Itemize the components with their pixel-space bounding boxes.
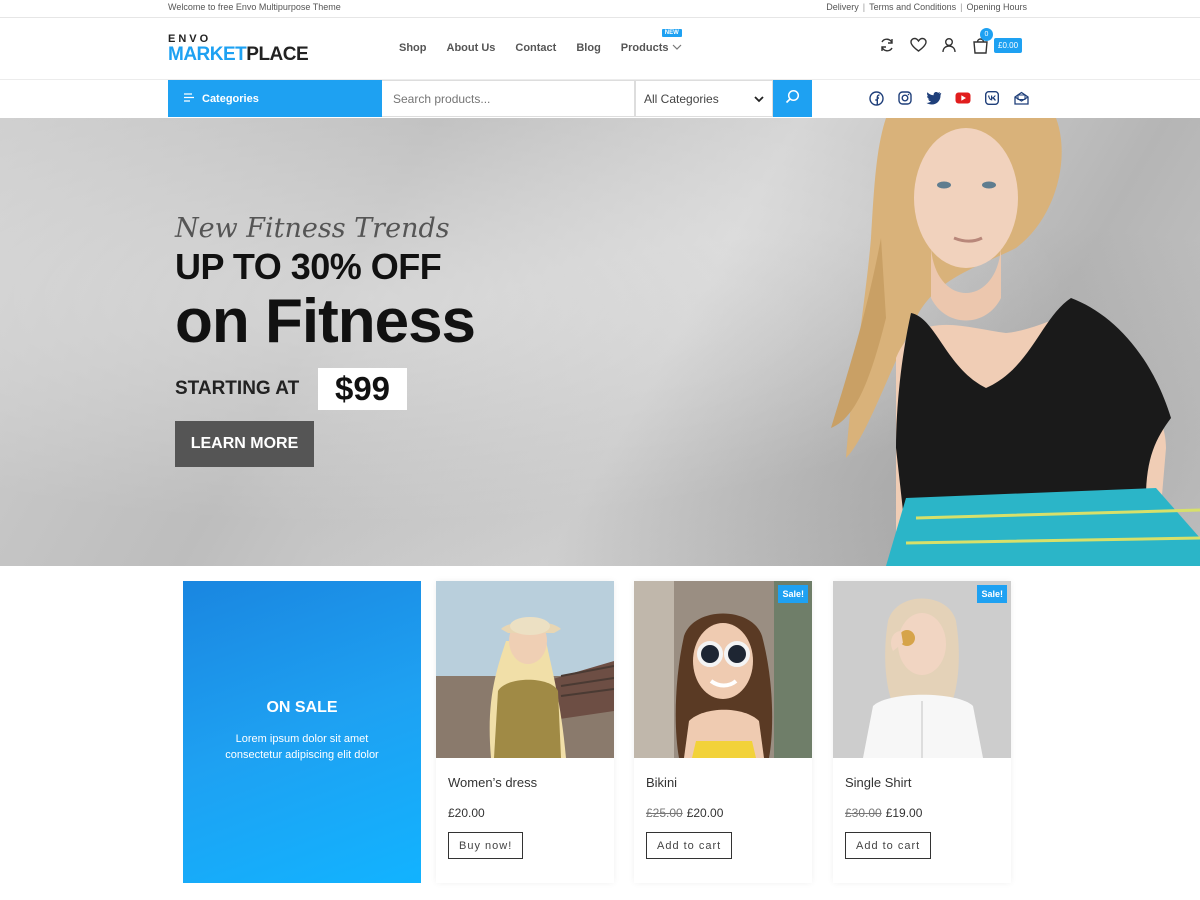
nav-about[interactable]: About Us <box>447 42 496 54</box>
product-name[interactable]: Single Shirt <box>845 775 911 790</box>
site-logo[interactable]: ENVO MARKETPLACE <box>168 34 309 65</box>
promo-title: ON SALE <box>266 699 338 716</box>
category-select[interactable]: All Categories <box>635 80 773 117</box>
user-icon[interactable] <box>940 36 958 54</box>
product-current-price: £19.00 <box>885 806 923 820</box>
hero-headline-large: on Fitness <box>175 287 476 356</box>
nav-products-label: Products <box>620 42 669 54</box>
envelope-icon[interactable] <box>1013 90 1029 106</box>
learn-more-button[interactable]: LEARN MORE <box>175 421 314 467</box>
cart-total: £0.00 <box>994 37 1023 53</box>
hero-starting-label: STARTING AT <box>175 378 300 399</box>
category-select-value: All Categories <box>644 91 719 106</box>
promo-description: Lorem ipsum dolor sit amet consectetur a… <box>225 733 379 761</box>
product-card[interactable]: Women’s dress £20.00 Buy now! <box>436 581 614 883</box>
product-old-price: £25.00 <box>646 806 683 820</box>
sale-badge: Sale! <box>977 585 1007 603</box>
on-sale-promo[interactable]: ON SALE Lorem ipsum dolor sit amet conse… <box>183 581 421 883</box>
product-card[interactable]: Sale! Single Shirt £30.00 £19.00 Add to … <box>833 581 1011 883</box>
new-badge: NEW <box>661 29 682 37</box>
twitter-icon[interactable] <box>926 90 942 106</box>
refresh-icon[interactable] <box>878 36 896 54</box>
youtube-icon[interactable] <box>955 90 971 106</box>
add-to-cart-button[interactable]: Add to cart <box>646 832 733 859</box>
product-name[interactable]: Women’s dress <box>448 775 537 790</box>
product-price: £25.00 £20.00 <box>646 806 723 820</box>
chevron-down-icon <box>754 92 764 106</box>
welcome-text: Welcome to free Envo Multipurpose Theme <box>168 2 341 12</box>
instagram-icon[interactable] <box>897 90 913 106</box>
cart-count-badge: 0 <box>980 28 993 41</box>
logo-market: MARKET <box>168 44 247 65</box>
hero-price: $99 <box>318 368 407 410</box>
chevron-down-icon <box>672 42 682 54</box>
product-price: £30.00 £19.00 <box>845 806 922 820</box>
nav-blog[interactable]: Blog <box>576 42 600 54</box>
logo-main-text: MARKETPLACE <box>168 44 309 65</box>
product-card[interactable]: Sale! Bikini £25.00 £20.00 Add to cart <box>634 581 812 883</box>
top-links: Delivery | Terms and Conditions | Openin… <box>826 2 1027 12</box>
search-icon <box>785 89 800 109</box>
product-old-price: £30.00 <box>845 806 882 820</box>
main-nav: Shop About Us Contact Blog Products NEW <box>399 29 702 54</box>
categories-button[interactable]: Categories <box>168 80 382 117</box>
search-row: Categories All Categories <box>0 80 1200 118</box>
cart-button[interactable]: 0 £0.00 <box>971 28 1023 54</box>
product-image[interactable] <box>436 581 614 758</box>
nav-contact[interactable]: Contact <box>515 42 556 54</box>
site-header: ENVO MARKETPLACE Shop About Us Contact B… <box>0 18 1200 80</box>
logo-place: PLACE <box>246 44 309 65</box>
separator: | <box>960 2 963 12</box>
product-image[interactable]: Sale! <box>634 581 812 758</box>
facebook-icon[interactable] <box>868 90 884 106</box>
heart-icon[interactable] <box>909 36 927 54</box>
product-name[interactable]: Bikini <box>646 775 677 790</box>
product-image[interactable]: Sale! <box>833 581 1011 758</box>
product-price: £20.00 <box>448 806 485 820</box>
nav-shop[interactable]: Shop <box>399 42 427 54</box>
hero-subtitle: New Fitness Trends <box>175 213 450 244</box>
header-icons: 0 £0.00 <box>878 28 1023 54</box>
separator: | <box>862 2 866 12</box>
hero-headline: UP TO 30% OFF <box>175 246 442 287</box>
hero-model-image <box>831 118 1200 566</box>
opening-hours-link[interactable]: Opening Hours <box>966 2 1027 12</box>
product-current-price: £20.00 <box>686 806 724 820</box>
delivery-link[interactable]: Delivery <box>826 2 859 12</box>
categories-label: Categories <box>202 92 259 105</box>
buy-now-button[interactable]: Buy now! <box>448 832 524 859</box>
add-to-cart-button[interactable]: Add to cart <box>845 832 932 859</box>
list-icon <box>184 92 194 105</box>
search-button[interactable] <box>773 80 812 117</box>
top-bar: Welcome to free Envo Multipurpose Theme … <box>0 0 1200 18</box>
social-links <box>868 90 1029 106</box>
nav-products[interactable]: Products NEW <box>620 29 683 54</box>
hero-banner: New Fitness Trends UP TO 30% OFF on Fitn… <box>0 118 1200 566</box>
vk-icon[interactable] <box>984 90 1000 106</box>
terms-link[interactable]: Terms and Conditions <box>869 2 956 12</box>
sale-badge: Sale! <box>778 585 808 603</box>
search-input[interactable] <box>382 80 635 117</box>
product-current-price: £20.00 <box>448 806 485 820</box>
